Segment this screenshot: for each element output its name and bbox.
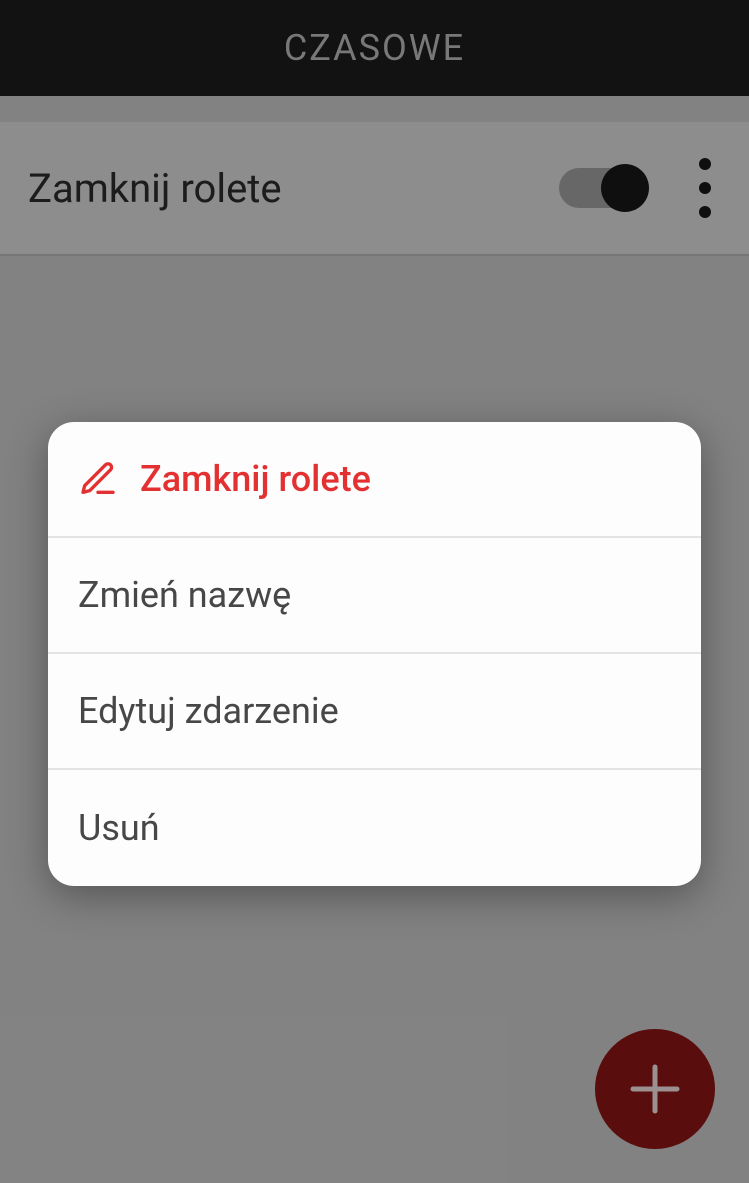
delete-label: Usuń: [78, 807, 160, 849]
rename-label: Zmień nazwę: [78, 574, 291, 616]
delete-option[interactable]: Usuń: [48, 770, 701, 886]
edit-icon: [78, 459, 118, 499]
edit-event-label: Edytuj zdarzenie: [78, 690, 339, 732]
dialog-title-row: Zamknij rolete: [48, 422, 701, 538]
edit-event-option[interactable]: Edytuj zdarzenie: [48, 654, 701, 770]
rename-option[interactable]: Zmień nazwę: [48, 538, 701, 654]
dialog-title: Zamknij rolete: [140, 458, 371, 500]
context-menu: Zamknij rolete Zmień nazwę Edytuj zdarze…: [48, 422, 701, 886]
screen: CZASOWE Zamknij rolete Zamknij r: [0, 0, 749, 1183]
